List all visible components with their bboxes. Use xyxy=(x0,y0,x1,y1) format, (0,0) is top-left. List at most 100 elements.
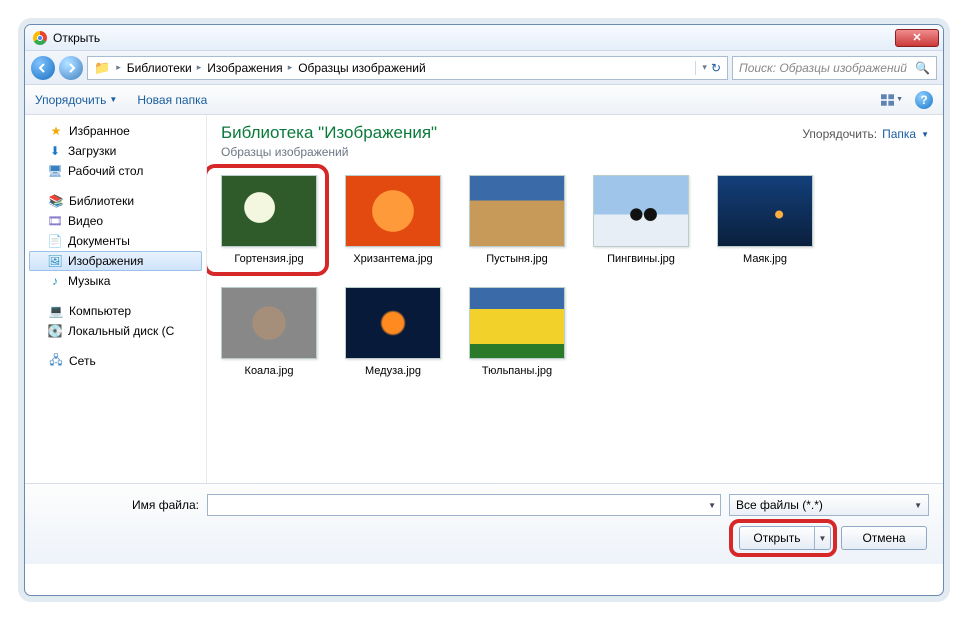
sidebar-label: Сеть xyxy=(69,354,96,368)
sidebar-label: Рабочий стол xyxy=(68,164,143,178)
bottom-panel: Имя файла: ▼ Все файлы (*.*) ▼ Открыть ▼… xyxy=(25,483,943,564)
library-title: Библиотека "Изображения" xyxy=(221,123,437,143)
thumbnails-grid: Гортензия.jpg Хризантема.jpg Пустыня.jpg Пи… xyxy=(221,175,929,377)
window-titlebar: Открыть ✕ xyxy=(25,25,943,51)
file-name: Маяк.jpg xyxy=(743,253,787,265)
open-button-label: Открыть xyxy=(740,531,814,545)
file-name: Пингвины.jpg xyxy=(607,253,675,265)
filetype-filter[interactable]: Все файлы (*.*) ▼ xyxy=(729,494,929,516)
chevron-down-icon: ▼ xyxy=(921,130,929,139)
file-name: Гортензия.jpg xyxy=(234,253,303,265)
chrome-icon xyxy=(33,31,47,45)
file-thumbnail xyxy=(345,287,441,359)
nav-sidebar: ★ Избранное ⬇Загрузки 🖥Рабочий стол 📚Библ… xyxy=(25,115,207,483)
search-box[interactable]: Поиск: Образцы изображений 🔍 xyxy=(732,56,937,80)
star-icon: ★ xyxy=(48,123,64,139)
sidebar-item-videos[interactable]: 🎞 Видео xyxy=(25,211,206,231)
breadcrumb-seg[interactable]: Изображения xyxy=(207,61,282,75)
music-icon: ♪ xyxy=(47,273,63,289)
help-button[interactable]: ? xyxy=(915,91,933,109)
chevron-right-icon: ▸ xyxy=(197,62,202,73)
refresh-icon[interactable]: ↻ xyxy=(711,61,721,75)
window-close-button[interactable]: ✕ xyxy=(895,29,939,47)
sort-value: Папка xyxy=(882,127,916,141)
nav-back-button[interactable] xyxy=(31,56,55,80)
chevron-down-icon: ▼ xyxy=(896,96,903,103)
file-name: Медуза.jpg xyxy=(365,365,421,377)
chevron-down-icon[interactable]: ▾ xyxy=(702,62,707,73)
network-icon: 🖧 xyxy=(48,353,64,369)
sidebar-label: Локальный диск (C xyxy=(68,324,174,338)
chevron-down-icon: ▼ xyxy=(914,501,922,510)
dialog-body: ★ Избранное ⬇Загрузки 🖥Рабочий стол 📚Библ… xyxy=(25,115,943,483)
file-thumbnail xyxy=(717,175,813,247)
new-folder-button[interactable]: Новая папка xyxy=(137,93,207,107)
file-name: Коала.jpg xyxy=(245,365,294,377)
file-item[interactable]: Тюльпаны.jpg xyxy=(469,287,565,377)
toolbar: Упорядочить ▼ Новая папка ▼ ? xyxy=(25,85,943,115)
file-name: Пустыня.jpg xyxy=(486,253,548,265)
file-item[interactable]: Коала.jpg xyxy=(221,287,317,377)
document-icon: 📄 xyxy=(47,233,63,249)
sort-label: Упорядочить: xyxy=(802,127,877,141)
filename-label: Имя файла: xyxy=(39,498,199,512)
file-item[interactable]: Медуза.jpg xyxy=(345,287,441,377)
chevron-down-icon[interactable]: ▼ xyxy=(708,501,716,510)
nav-forward-button[interactable] xyxy=(59,56,83,80)
open-button-split[interactable]: ▼ xyxy=(814,527,830,549)
computer-icon: 💻 xyxy=(48,303,64,319)
file-thumbnail xyxy=(221,175,317,247)
file-item[interactable]: Пингвины.jpg xyxy=(593,175,689,265)
file-list-area: Библиотека "Изображения" Образцы изображ… xyxy=(207,115,943,483)
view-mode-button[interactable]: ▼ xyxy=(881,89,903,111)
filename-input[interactable]: ▼ xyxy=(207,494,721,516)
folder-icon: 📁 xyxy=(94,60,110,76)
sidebar-label: Библиотеки xyxy=(69,194,134,208)
file-item[interactable]: Маяк.jpg xyxy=(717,175,813,265)
sidebar-item-music[interactable]: ♪Музыка xyxy=(25,271,206,291)
disk-icon: 💽 xyxy=(47,323,63,339)
address-bar[interactable]: 📁 ▸ Библиотеки ▸ Изображения ▸ Образцы изо… xyxy=(87,56,728,80)
organize-label: Упорядочить xyxy=(35,93,106,107)
window-title: Открыть xyxy=(53,31,100,45)
open-dialog-window: Открыть ✕ 📁 ▸ Библиотеки ▸ Изображения ▸ О… xyxy=(24,24,944,596)
chevron-right-icon: ▸ xyxy=(288,62,293,73)
breadcrumb-seg[interactable]: Образцы изображений xyxy=(298,61,425,75)
file-thumbnail xyxy=(469,287,565,359)
sidebar-label: Видео xyxy=(68,214,103,228)
file-thumbnail xyxy=(345,175,441,247)
file-thumbnail xyxy=(469,175,565,247)
sort-control[interactable]: Упорядочить: Папка ▼ xyxy=(802,127,929,141)
sidebar-label: Изображения xyxy=(68,254,143,268)
sidebar-computer[interactable]: 💻Компьютер xyxy=(25,301,206,321)
sidebar-item-documents[interactable]: 📄 Документы xyxy=(25,231,206,251)
arrow-left-icon xyxy=(38,63,48,73)
chevron-right-icon: ▸ xyxy=(116,62,121,73)
filter-label: Все файлы (*.*) xyxy=(736,498,823,512)
search-placeholder: Поиск: Образцы изображений xyxy=(739,61,907,75)
file-item[interactable]: Пустыня.jpg xyxy=(469,175,565,265)
cancel-button[interactable]: Отмена xyxy=(841,526,927,550)
thumbnails-icon xyxy=(881,93,894,107)
file-name: Хризантема.jpg xyxy=(353,253,432,265)
sidebar-item-downloads[interactable]: ⬇Загрузки xyxy=(25,141,206,161)
sidebar-libraries[interactable]: 📚Библиотеки xyxy=(25,191,206,211)
sidebar-network[interactable]: 🖧 Сеть xyxy=(25,351,206,371)
image-icon: 🖼 xyxy=(47,253,63,269)
file-name: Тюльпаны.jpg xyxy=(482,365,552,377)
file-item[interactable]: Хризантема.jpg xyxy=(345,175,441,265)
breadcrumb-seg[interactable]: Библиотеки xyxy=(127,61,192,75)
sidebar-label: Избранное xyxy=(69,124,130,138)
sidebar-label: Документы xyxy=(68,234,130,248)
organize-menu[interactable]: Упорядочить ▼ xyxy=(35,93,117,107)
sidebar-item-localdisk[interactable]: 💽 Локальный диск (C xyxy=(25,321,206,341)
sidebar-item-images[interactable]: 🖼 Изображения xyxy=(29,251,202,271)
chevron-down-icon: ▼ xyxy=(109,95,117,104)
video-icon: 🎞 xyxy=(47,213,63,229)
cancel-button-label: Отмена xyxy=(862,531,905,545)
open-button[interactable]: Открыть ▼ xyxy=(739,526,831,550)
file-thumbnail xyxy=(221,287,317,359)
sidebar-favorites[interactable]: ★ Избранное xyxy=(25,121,206,141)
sidebar-item-desktop[interactable]: 🖥Рабочий стол xyxy=(25,161,206,181)
file-item[interactable]: Гортензия.jpg xyxy=(221,175,317,265)
